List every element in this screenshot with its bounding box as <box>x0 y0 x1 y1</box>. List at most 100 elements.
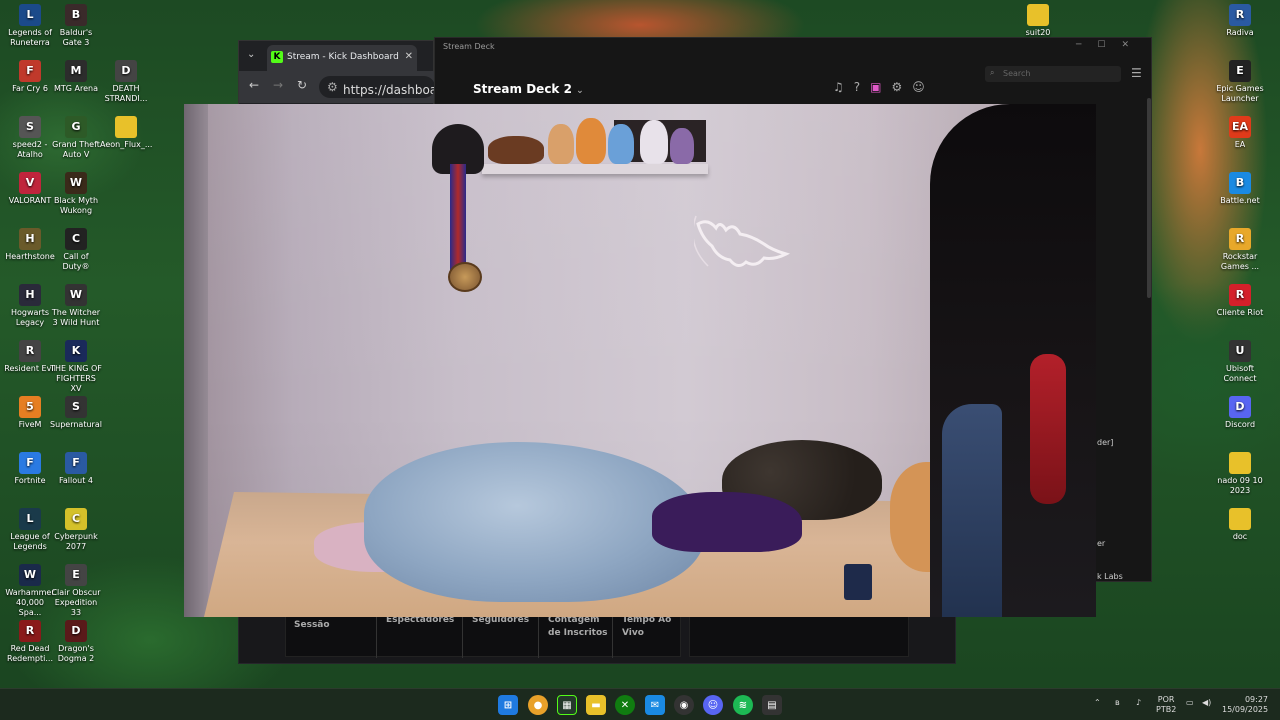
desktop-shortcut[interactable]: H Hogwarts Legacy <box>4 284 56 328</box>
stat-live-time: Tempo Ao Vivo <box>622 615 672 638</box>
desktop-shortcut-label: THE KING OF FIGHTERS XV <box>50 364 102 393</box>
close-tab-icon[interactable]: ✕ <box>405 51 413 62</box>
desktop-shortcut[interactable]: D Discord <box>1214 396 1266 430</box>
forward-icon[interactable]: → <box>273 78 283 92</box>
discord-taskbar-icon[interactable]: ☺ <box>703 695 723 715</box>
wall-shelf <box>482 164 708 174</box>
desktop-shortcut[interactable]: F Fallout 4 <box>50 452 102 486</box>
spotify-icon[interactable]: ≋ <box>733 695 753 715</box>
desktop-shortcut[interactable]: V VALORANT <box>4 172 56 206</box>
desktop-shortcut[interactable]: M MTG Arena <box>50 60 102 94</box>
desktop-shortcut[interactable]: W Warhammer 40,000 Spa... <box>4 564 56 618</box>
marketplace-icon[interactable]: ▣ <box>870 80 891 94</box>
desktop-shortcut[interactable]: F Fortnite <box>4 452 56 486</box>
start-button[interactable]: ⊞ <box>498 695 518 715</box>
desktop-shortcut-label: Cliente Riot <box>1216 308 1264 317</box>
bell-icon[interactable]: ♫ <box>833 80 854 94</box>
desktop-shortcut[interactable]: EA EA <box>1214 116 1266 150</box>
desktop-shortcut[interactable]: D DEATH STRANDI... <box>100 60 152 104</box>
profile-selector[interactable]: Stream Deck 2 ⌄ <box>473 82 584 96</box>
desktop-shortcut[interactable]: doc <box>1214 508 1266 542</box>
app-icon: R <box>19 340 41 362</box>
mail-icon[interactable]: ✉ <box>645 695 665 715</box>
desktop-shortcut[interactable]: U Ubisoft Connect <box>1214 340 1266 384</box>
desktop-shortcut[interactable]: K THE KING OF FIGHTERS XV <box>50 340 102 394</box>
app-icon: W <box>65 284 87 306</box>
desktop-shortcut[interactable]: H Hearthstone <box>4 228 56 262</box>
desktop-shortcut[interactable]: G Grand Theft Auto V <box>50 116 102 160</box>
desktop-shortcut[interactable]: C Cyberpunk 2077 <box>50 508 102 552</box>
desktop-shortcut[interactable]: nado 09 10 2023 <box>1214 452 1266 496</box>
desktop-shortcut-label: Hearthstone <box>5 252 55 261</box>
xbox-icon[interactable]: ✕ <box>615 695 635 715</box>
desktop-shortcut[interactable]: B Battle.net <box>1214 172 1266 206</box>
door-frame <box>184 104 208 617</box>
desktop-shortcut[interactable]: 5 FiveM <box>4 396 56 430</box>
app-icon: R <box>1229 228 1251 250</box>
network-icon[interactable]: ▭ <box>1186 698 1194 708</box>
volume-icon[interactable]: ◀) <box>1202 698 1211 708</box>
app-icon: W <box>65 172 87 194</box>
keyboard-layout: PTB2 <box>1156 705 1177 714</box>
app-icon: D <box>1229 396 1251 418</box>
action-item[interactable]: er <box>1097 539 1105 548</box>
app-icon: B <box>1229 172 1251 194</box>
obs-icon[interactable]: ◉ <box>674 695 694 715</box>
bat-neon-sign <box>694 215 790 267</box>
desktop-shortcut[interactable]: R Cliente Riot <box>1214 284 1266 318</box>
action-item[interactable]: k Labs <box>1097 572 1123 581</box>
app-icon: S <box>19 116 41 138</box>
stats-panel-secondary <box>689 615 909 657</box>
desktop-shortcut[interactable]: B Baldur's Gate 3 <box>50 4 102 48</box>
desktop-shortcut[interactable]: D Dragon's Dogma 2 <box>50 620 102 664</box>
tab-search-button[interactable]: ⌄ <box>247 49 255 60</box>
desktop-shortcut[interactable]: F Far Cry 6 <box>4 60 56 94</box>
reload-icon[interactable]: ↻ <box>297 78 307 92</box>
search-input[interactable]: ⌕ Search <box>985 66 1121 82</box>
desktop-shortcut[interactable]: L Legends of Runeterra <box>4 4 56 48</box>
desktop-shortcut[interactable]: L League of Legends <box>4 508 56 552</box>
app-icon: 5 <box>19 396 41 418</box>
help-icon[interactable]: ? <box>854 80 870 94</box>
desktop-shortcut[interactable]: S Supernatural <box>50 396 102 430</box>
app-icon: D <box>65 620 87 642</box>
desktop-shortcut[interactable]: W The Witcher 3 Wild Hunt <box>50 284 102 328</box>
desktop-shortcut[interactable]: R Resident Evil <box>4 340 56 374</box>
list-menu-icon[interactable]: ☰ <box>1131 66 1142 80</box>
microphone-icon[interactable]: ♪ <box>1136 698 1141 708</box>
language-indicator[interactable]: POR PTB2 <box>1156 695 1176 715</box>
desktop-shortcut-label: nado 09 10 2023 <box>1217 476 1263 495</box>
desktop-shortcut[interactable]: Sspeed2 - Atalho <box>4 116 56 160</box>
desktop-shortcut-label: Grand Theft Auto V <box>52 140 100 159</box>
desktop-shortcut[interactable]: E Clair Obscur Expedition 33 <box>50 564 102 618</box>
desktop-shortcut[interactable]: C Call of Duty® <box>50 228 102 272</box>
action-item[interactable]: der] <box>1097 438 1113 447</box>
stream-deck-taskbar-icon[interactable]: ▤ <box>762 695 782 715</box>
scrollbar[interactable] <box>1147 98 1151 298</box>
desktop-shortcut[interactable]: suit20 <box>1012 4 1064 38</box>
desktop-shortcut-label: EA <box>1234 140 1246 149</box>
chrome-taskbar-icon[interactable]: ● <box>528 695 548 715</box>
back-icon[interactable]: ← <box>249 78 259 92</box>
address-bar[interactable]: ⚙ https://dashboard.kick <box>319 76 435 98</box>
clock-time: 09:27 <box>1244 695 1268 704</box>
desktop-shortcut[interactable]: R Radiva <box>1214 4 1266 38</box>
medal-lanyard <box>450 164 466 274</box>
desktop-shortcut[interactable]: E Epic Games Launcher <box>1214 60 1266 104</box>
bluetooth-icon[interactable]: ʙ <box>1115 698 1120 708</box>
chair-side-red <box>1030 354 1066 504</box>
desktop-shortcut[interactable]: W Black Myth Wukong <box>50 172 102 216</box>
desktop-shortcut[interactable]: Aeon_Flux_... <box>100 116 152 150</box>
chevron-up-icon[interactable]: ⌃ <box>1094 698 1101 708</box>
browser-tab-kick[interactable]: K Stream - Kick Dashboard ✕ <box>267 45 417 71</box>
user-icon[interactable]: ☺ <box>912 80 935 94</box>
site-info-icon[interactable]: ⚙ <box>327 80 338 94</box>
desktop-shortcut[interactable]: R Red Dead Redempti... <box>4 620 56 664</box>
kick-taskbar-icon[interactable]: ▦ <box>557 695 577 715</box>
desktop-shortcut[interactable]: R Rockstar Games ... <box>1214 228 1266 272</box>
clock[interactable]: 09:27 15/09/2025 <box>1222 695 1268 715</box>
gear-icon[interactable]: ⚙ <box>891 80 912 94</box>
window-controls[interactable]: ─☐✕ <box>1076 40 1145 50</box>
stat-subscribers: Contagem de Inscritos <box>548 615 608 638</box>
file-explorer-icon[interactable]: ▬ <box>586 695 606 715</box>
